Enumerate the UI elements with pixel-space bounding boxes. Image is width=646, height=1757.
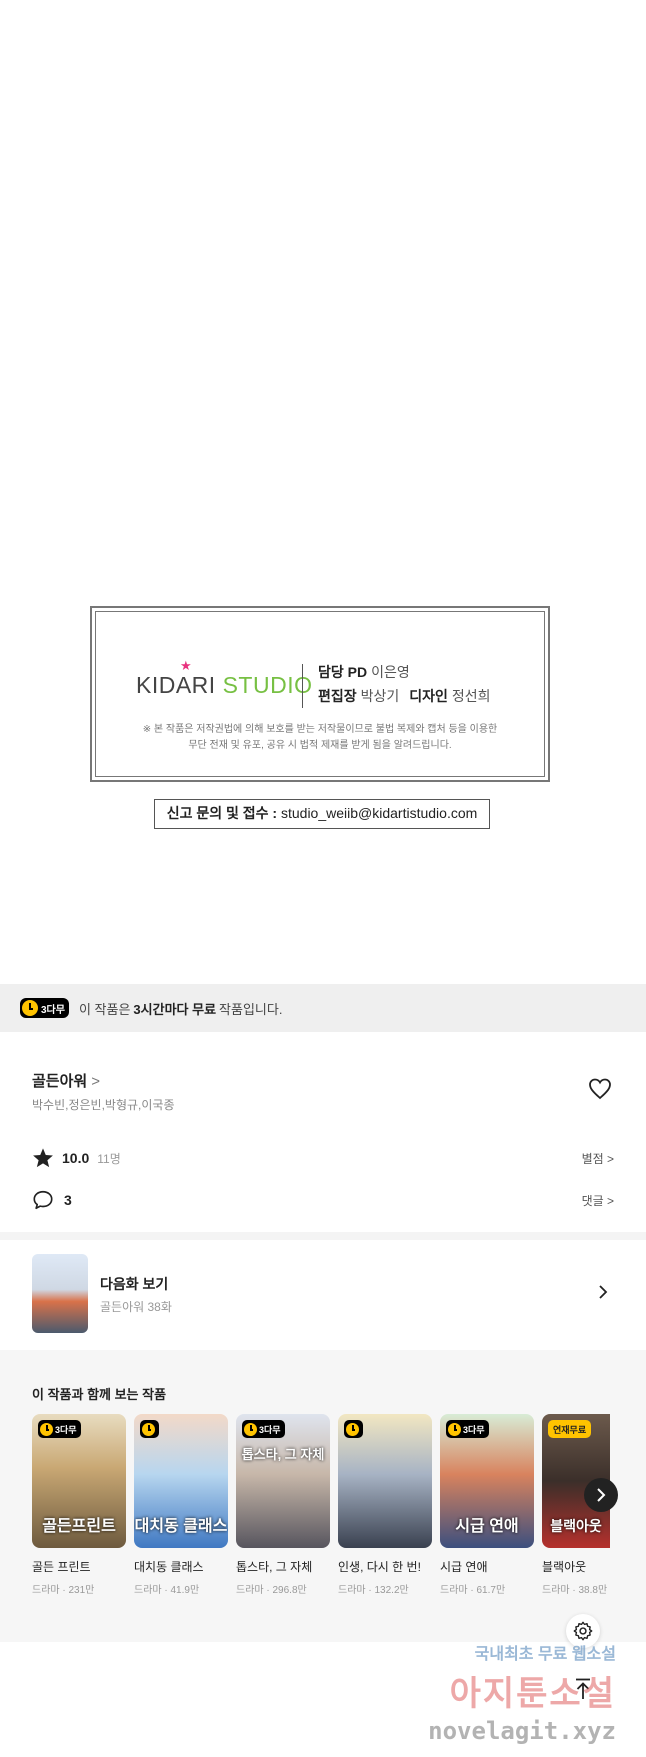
chevron-right-icon [597, 1488, 606, 1502]
rating-count: 11명 [97, 1151, 121, 1166]
clock-icon [346, 1422, 359, 1436]
banner-text-bold: 3시간마다 무료 [133, 1001, 217, 1017]
report-contact: 신고 문의 및 접수 : studio_weiib@kidartistudio.… [154, 799, 490, 829]
three-hour-free-badge [140, 1420, 159, 1438]
free-banner: 3다무 이 작품은 3시간마다 무료 작품입니다. [0, 984, 646, 1032]
cover-title: 대치동 클래스 [134, 1518, 228, 1535]
pd-name: 이은영 [371, 664, 410, 680]
rating-score: 10.0 [62, 1150, 90, 1166]
recommendations-section: 이 작품과 함께 보는 작품 3다무 골든프린트 골든 프린트 드라마 · 23… [0, 1350, 646, 1642]
banner-text-prefix: 이 작품은 [78, 1001, 131, 1017]
rec-item[interactable]: 인생, 다시 한 번! 드라마 · 132.2만 [338, 1414, 432, 1596]
comment-link[interactable]: 댓글 > [582, 1192, 614, 1209]
design-label: 디자인 [409, 688, 448, 704]
notice-line-2: 무단 전재 및 유포, 공유 시 법적 제재를 받게 됨을 알려드립니다. [188, 740, 452, 751]
rec-title: 블랙아웃 [542, 1560, 587, 1574]
badge-text: 3다무 [55, 1424, 77, 1435]
three-hour-free-badge: 3다무 [20, 998, 69, 1018]
three-hour-free-badge: 3다무 [38, 1420, 81, 1438]
rec-cover [338, 1414, 432, 1548]
rec-title: 시급 연애 [440, 1560, 488, 1574]
series-title: 골든아워 [32, 1073, 88, 1090]
comment-row[interactable]: 3 댓글 > [32, 1188, 614, 1212]
rec-title: 대치동 클래스 [134, 1560, 204, 1574]
series-title-link[interactable]: 골든아워 > [32, 1070, 100, 1091]
cover-title: 시급 연애 [455, 1518, 519, 1535]
badge-text: 3다무 [463, 1424, 485, 1435]
comment-icon [33, 1190, 53, 1210]
rec-meta: 드라마 · 41.9만 [134, 1585, 200, 1596]
rec-cover: 대치동 클래스 [134, 1414, 228, 1548]
rec-item[interactable]: 3다무 골든프린트 골든 프린트 드라마 · 231만 [32, 1414, 126, 1596]
chevron-right-icon [599, 1285, 608, 1299]
copyright-notice: ※ 본 작품은 저작권법에 의해 보호를 받는 저작물이므로 불법 복제와 캡처… [96, 722, 544, 754]
rec-meta: 드라마 · 296.8만 [236, 1585, 307, 1596]
credits-inner: ★ KIDARI STUDIO 담당 PD 이은영 편집장 박상기 디자인 정선희 ※ … [95, 611, 545, 777]
three-hour-free-badge: 3다무 [446, 1420, 489, 1438]
clock-icon [22, 1000, 38, 1016]
pd-label: 담당 PD [318, 664, 368, 680]
logo-studio-text: STUDIO [222, 672, 313, 698]
logo-kid-text: KIDARI [136, 672, 216, 698]
star-icon [33, 1148, 53, 1168]
rec-cover: 3다무 시급 연애 [440, 1414, 534, 1548]
kidari-studio-logo: ★ KIDARI STUDIO [136, 658, 313, 699]
editor-label: 편집장 [318, 688, 357, 704]
cover-title: 블랙아웃 [550, 1518, 602, 1534]
clock-icon [244, 1422, 257, 1436]
carousel-next-button[interactable] [584, 1478, 618, 1512]
rec-item[interactable]: 대치동 클래스 대치동 클래스 드라마 · 41.9만 [134, 1414, 228, 1596]
rec-title: 인생, 다시 한 번! [338, 1560, 421, 1574]
heart-icon[interactable] [588, 1078, 612, 1100]
section-divider [0, 1232, 646, 1240]
notice-line-1: ※ 본 작품은 저작권법에 의해 보호를 받는 저작물이므로 불법 복제와 캡처… [142, 724, 498, 735]
rec-title: 톱스타, 그 자체 [236, 1560, 313, 1574]
watermark-line-1: 국내최초 무료 웹소설 [474, 1646, 616, 1663]
next-episode-title: 다음화 보기 [100, 1276, 169, 1292]
rating-link[interactable]: 별점 > [582, 1150, 614, 1167]
series-authors: 박수빈,정은빈,박형규,이국종 [32, 1098, 175, 1112]
recommendations-title: 이 작품과 함께 보는 작품 [32, 1387, 167, 1402]
chevron-right-icon: > [91, 1073, 100, 1090]
rating-row[interactable]: 10.0 11명 별점 > [32, 1146, 614, 1170]
clock-icon [448, 1422, 461, 1436]
next-episode-subtitle: 골든아워 38화 [100, 1300, 172, 1314]
staff-list: 담당 PD 이은영 편집장 박상기 디자인 정선희 [318, 660, 501, 708]
rec-title: 골든 프린트 [32, 1560, 91, 1574]
rec-meta: 드라마 · 38.8만 [542, 1585, 608, 1596]
editor-name: 박상기 [360, 688, 400, 704]
report-email: studio_weiib@kidartistudio.com [280, 805, 478, 821]
rec-cover: 3다무 골든프린트 [32, 1414, 126, 1548]
rec-meta: 드라마 · 61.7만 [440, 1585, 506, 1596]
design-name: 정선희 [451, 688, 491, 704]
serial-free-badge: 연재무료 [548, 1420, 592, 1438]
rec-item[interactable]: 3다무 톱스타, 그 자체 톱스타, 그 자체 드라마 · 296.8만 [236, 1414, 330, 1596]
next-episode-card[interactable]: 다음화 보기 골든아워 38화 [32, 1254, 614, 1334]
three-hour-free-badge: 3다무 [242, 1420, 285, 1438]
recommendations-list: 3다무 골든프린트 골든 프린트 드라마 · 231만 대치동 클래스 대치동 … [32, 1414, 610, 1596]
three-hour-free-badge [344, 1420, 363, 1438]
banner-text-suffix: 작품입니다. [219, 1001, 283, 1017]
next-episode-thumbnail [32, 1254, 88, 1333]
badge-text: 3다무 [259, 1424, 281, 1435]
rec-meta: 드라마 · 132.2만 [338, 1585, 409, 1596]
badge-text: 3다무 [41, 1004, 65, 1016]
gear-icon [573, 1621, 593, 1641]
cover-title: 톱스타, 그 자체 [241, 1447, 325, 1462]
credits-divider [302, 664, 303, 708]
rec-item[interactable]: 3다무 시급 연애 시급 연애 드라마 · 61.7만 [440, 1414, 534, 1596]
comment-count: 3 [64, 1192, 72, 1208]
watermark-line-2: 아지툰소설 [449, 1675, 616, 1713]
rec-cover: 3다무 톱스타, 그 자체 [236, 1414, 330, 1548]
cover-title: 골든프린트 [42, 1518, 116, 1535]
watermark-line-3: novelagit.xyz [428, 1717, 616, 1745]
report-label: 신고 문의 및 접수 : [166, 805, 278, 821]
clock-icon [142, 1422, 155, 1436]
rec-meta: 드라마 · 231만 [32, 1585, 95, 1596]
logo-star-icon: ★ [180, 658, 193, 673]
credits-box: ★ KIDARI STUDIO 담당 PD 이은영 편집장 박상기 디자인 정선희 ※ … [90, 606, 550, 782]
clock-icon [40, 1422, 53, 1436]
